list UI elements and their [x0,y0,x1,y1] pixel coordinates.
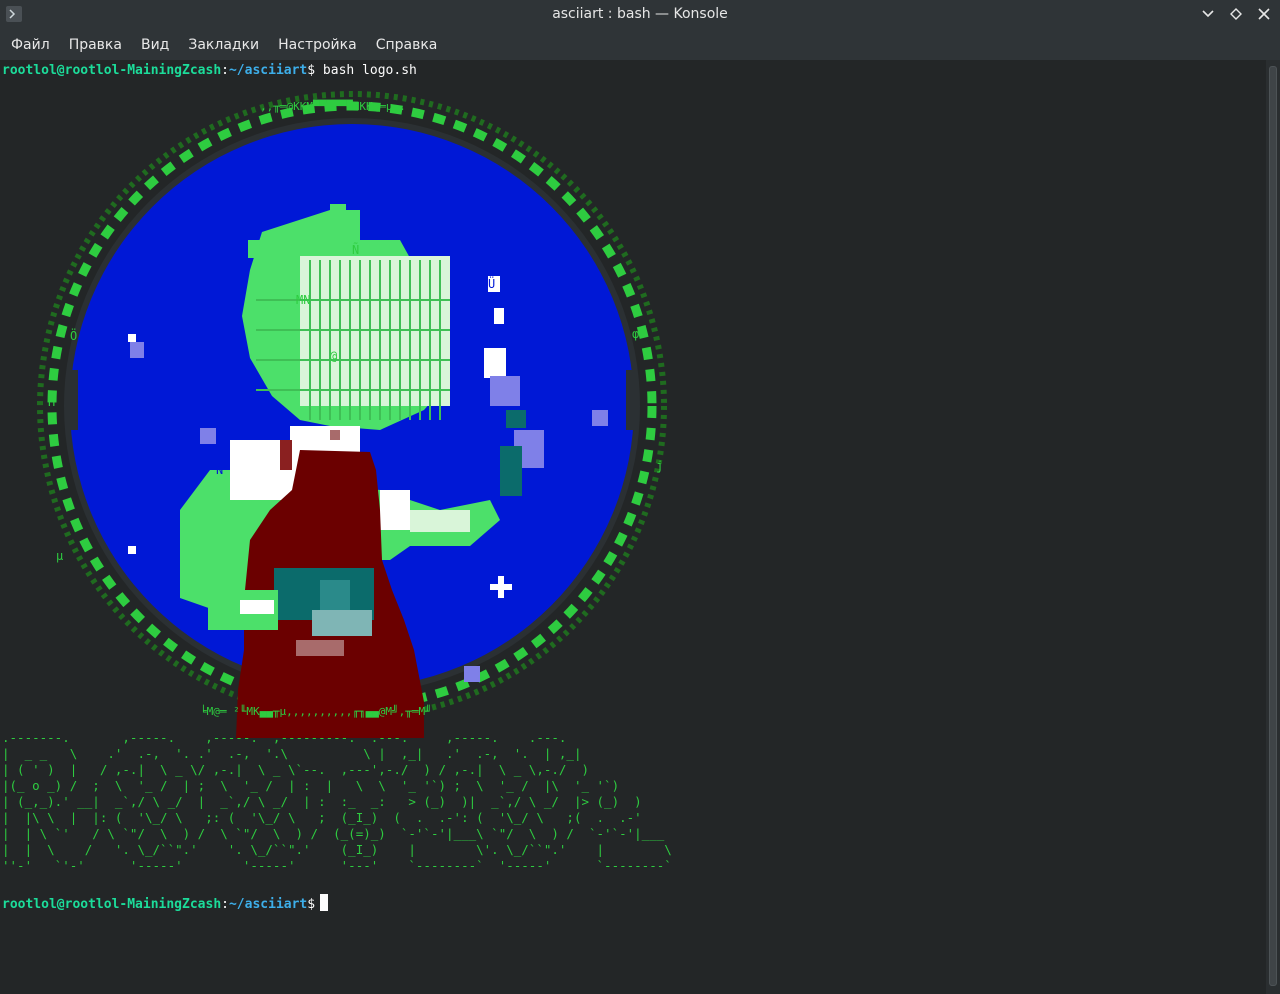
banner-line: | ( ' ) | / ,-.| \ _ \/ ,-.| \ _ \`--. ,… [2,762,589,777]
logo-image: ,,╥═@KKM▀▀▀▀▀▀MKK@═µ,. ╘M@═ ²╙MK▄▄╥µ,,,,… [37,91,667,738]
logo-glyph: MN [296,293,310,307]
close-icon [1258,8,1270,20]
logo-glyph: H [48,395,55,409]
zcash-ascii-banner: .-------. ,-----. ,-----. ,---------. .-… [2,730,672,874]
banner-line: | | \ `' / \ `"/ \ ) / \ `"/ \ ) / (_(=)… [2,826,665,841]
banner-line: | | \ / '. \_/``".' '. \_/``".' (_I_) | … [2,842,672,857]
command-text: bash logo.sh [322,63,417,78]
menu-bookmarks[interactable]: Закладки [178,30,268,60]
logo-glyph: Ü [488,275,495,291]
terminal-scrollbar[interactable] [1266,60,1280,994]
logo-glyph: φ [632,327,639,341]
terminal-output[interactable]: rootlol@rootlol-MainingZcash:~/asciiart$… [0,60,1266,994]
minimize-button[interactable] [1200,5,1216,23]
chevron-down-icon [1202,10,1214,18]
banner-line: | (_,_).' __| _`,/ \ _/ | _`,/ \ _/ | : … [2,794,642,809]
banner-line: | _ _ \ .' .-, '. .' .-, '.\ \ | ,_| .' … [2,746,582,761]
window-title: asciiart : bash — Konsole [552,6,728,22]
maximize-button[interactable] [1228,5,1244,23]
prompt-symbol: $ [307,63,316,78]
banner-line: .-------. ,-----. ,-----. ,---------. .-… [2,730,567,745]
scrollbar-thumb[interactable] [1269,66,1277,986]
prompt-path: ~/asciiart [228,897,308,912]
logo-glyph: j [656,459,663,473]
title-bar: asciiart : bash — Konsole [0,0,1280,30]
logo-top-text: ,,╥═@KKM▀▀▀▀▀▀MKK@═µ,. [260,99,406,113]
logo-glyph: Ñ [352,242,359,257]
banner-line: |(_ o _) / ; \ '_ / | ; \ '_ / | : | \ \… [2,778,620,793]
logo-glyph: µ [56,549,63,563]
logo-bottom-text: ╘M@═ ²╙MK▄▄╥µ,,,,,,,,,,╓╖▄▄@M╝,╥═M╜ [200,704,432,718]
logo-glyph: Ñ [216,462,223,477]
current-prompt-line[interactable]: rootlol@rootlol-MainingZcash:~/asciiart$ [2,894,329,912]
prompt-user-host: rootlol@rootlol-MainingZcash [2,897,222,912]
menu-file[interactable]: Файл [1,30,59,60]
zcash-logo-art: ,,╥═@KKM▀▀▀▀▀▀MKK@═µ,. ╘M@═ ²╙MK▄▄╥µ,,,,… [0,90,700,744]
menu-bar: Файл Правка Вид Закладки Настройка Справ… [0,30,1280,60]
diamond-icon [1230,8,1242,20]
command-line: rootlol@rootlol-MainingZcash:~/asciiart$… [2,63,417,78]
menu-view[interactable]: Вид [131,30,178,60]
prompt-user-host: rootlol@rootlol-MainingZcash [2,63,222,78]
banner-line: ''-' `'-' '-----' '-----' '---' `-------… [2,858,672,873]
menu-help[interactable]: Справка [366,30,447,60]
menu-settings[interactable]: Настройка [268,30,366,60]
text-cursor [320,894,329,911]
prompt-path: ~/asciiart [228,63,308,78]
logo-glyph: @ [330,349,337,363]
logo-glyph: Ö [70,327,77,343]
prompt-symbol: $ [307,897,316,912]
menu-edit[interactable]: Правка [59,30,131,60]
banner-line: | |\ \ | |: ( '\_/ \ ;: ( '\_/ \ ; (_I_)… [2,810,642,825]
close-button[interactable] [1256,5,1272,23]
